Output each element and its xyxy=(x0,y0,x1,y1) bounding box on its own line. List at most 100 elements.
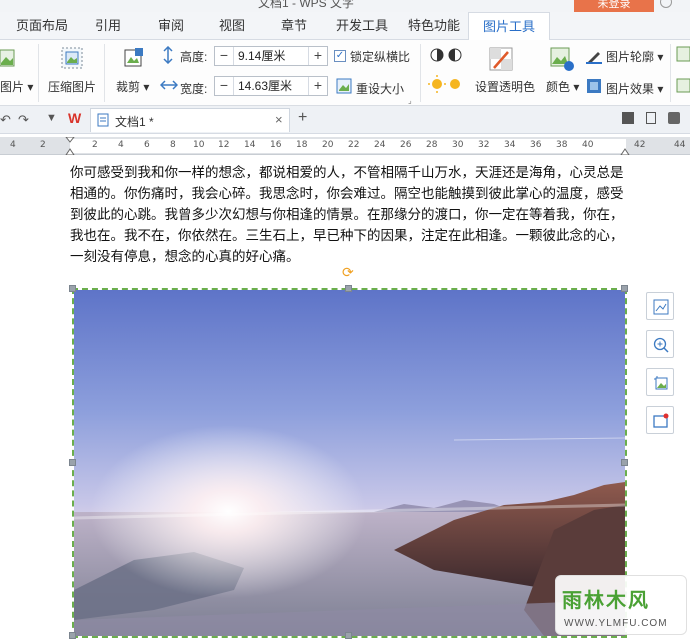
document-page[interactable]: 你可感受到我和你一样的想念，都说相爱的人，不管相隔千山万水，天涯还是海角，心灵总… xyxy=(0,155,690,641)
picture-color-button[interactable]: 颜色 ▾ xyxy=(546,78,579,95)
window-menu-icon[interactable] xyxy=(668,112,680,124)
ruler-tick-label: 10 xyxy=(193,140,205,150)
tab-section[interactable]: 章节 xyxy=(281,12,307,40)
reset-size-icon xyxy=(336,78,352,94)
ruler-tick-label: 28 xyxy=(426,140,438,150)
tab-document1[interactable]: 文档1 * × xyxy=(90,108,290,132)
lock-ratio-label: 锁定纵横比 xyxy=(350,50,411,64)
undo-icon[interactable]: ↶ xyxy=(0,112,11,128)
compress-picture-icon xyxy=(61,47,83,69)
resize-handle-top-right[interactable] xyxy=(621,285,628,292)
ruler-tick-label: 18 xyxy=(296,140,308,150)
contrast-icon[interactable] xyxy=(428,46,464,64)
width-label: 宽度: xyxy=(180,82,208,96)
tab-references[interactable]: 引用 xyxy=(95,12,121,40)
document-tab-bar: ↶ ↷ ▼ W 文档1 * × + xyxy=(0,106,690,134)
tab-developer[interactable]: 开发工具 xyxy=(336,12,388,40)
lock-ratio-checkbox[interactable]: ✓ xyxy=(334,50,346,62)
more-picture-icon-2[interactable] xyxy=(676,78,690,94)
redo-icon[interactable]: ↷ xyxy=(18,112,29,128)
height-icon xyxy=(163,46,173,64)
ribbon-separator xyxy=(420,44,421,102)
close-tab-icon[interactable]: × xyxy=(275,112,283,127)
picture-effects-label: 图片效果 xyxy=(606,82,655,96)
picture-effects-button[interactable]: 图片效果 ▾ xyxy=(606,80,663,97)
right-indent-marker-icon[interactable] xyxy=(620,137,630,155)
selected-picture[interactable] xyxy=(72,288,627,638)
brightness-icon[interactable] xyxy=(428,74,464,94)
picture-outline-label: 图片轮廓 xyxy=(606,50,655,64)
help-icon[interactable] xyxy=(660,0,672,8)
ruler-tick-label: 40 xyxy=(582,140,594,150)
tab-page-layout[interactable]: 页面布局 xyxy=(16,12,68,40)
picture-border-icon xyxy=(653,413,669,428)
ribbon-separator xyxy=(104,44,105,102)
picture-border-side-button[interactable] xyxy=(646,406,674,434)
ruler-tick-label: 12 xyxy=(218,140,230,150)
size-dialog-launcher-icon[interactable]: ⌟ xyxy=(408,96,412,105)
layout-options-button[interactable] xyxy=(646,292,674,320)
resize-handle-left[interactable] xyxy=(69,459,76,466)
quick-access-dropdown-icon[interactable]: ▼ xyxy=(46,112,57,124)
resize-handle-top-left[interactable] xyxy=(69,285,76,292)
tab-special-features[interactable]: 特色功能 xyxy=(408,12,460,40)
resize-handle-right[interactable] xyxy=(621,459,628,466)
zoom-in-icon xyxy=(653,337,669,353)
ribbon-separator xyxy=(670,44,671,102)
picture-outline-button[interactable]: 图片轮廓 ▾ xyxy=(606,48,663,65)
left-indent-marker-icon[interactable] xyxy=(65,137,75,155)
tab-picture-tools[interactable]: 图片工具 xyxy=(468,12,551,41)
tab-view[interactable]: 视图 xyxy=(219,12,245,40)
reset-size-button[interactable]: 重设大小 xyxy=(356,80,404,97)
ruler-tick-label: 44 xyxy=(674,140,686,150)
picture-outline-icon xyxy=(586,52,602,64)
more-picture-icon[interactable] xyxy=(676,46,690,64)
picture-effects-icon xyxy=(587,79,601,93)
ruler-tick-label: 14 xyxy=(244,140,256,150)
resize-handle-bottom[interactable] xyxy=(345,632,352,639)
height-label: 高度: xyxy=(180,50,208,64)
restore-window-icon[interactable] xyxy=(622,112,634,124)
width-increase-button[interactable]: + xyxy=(309,77,327,95)
crop-picture-side-button[interactable] xyxy=(646,368,674,396)
crop-button[interactable]: 裁剪 ▾ xyxy=(116,78,149,95)
height-field[interactable]: 9.14厘米 xyxy=(233,47,309,65)
resize-handle-top[interactable] xyxy=(345,285,352,292)
width-stepper[interactable]: − 14.63厘米 + xyxy=(214,76,328,96)
set-transparent-color-icon xyxy=(489,47,513,71)
ribbon-separator xyxy=(38,44,39,102)
ruler-tick-label: 20 xyxy=(322,140,334,150)
rotate-handle-icon[interactable]: ⟳ xyxy=(342,265,356,279)
new-tab-button[interactable]: + xyxy=(298,109,307,127)
height-decrease-button[interactable]: − xyxy=(215,47,233,65)
height-increase-button[interactable]: + xyxy=(309,47,327,65)
crop-label: 裁剪 xyxy=(116,80,141,94)
wps-logo-icon[interactable]: W xyxy=(68,110,81,126)
insert-picture-label: 图片 xyxy=(0,80,25,94)
compress-picture-button[interactable]: 压缩图片 xyxy=(48,78,96,95)
layout-options-icon xyxy=(653,299,669,315)
ruler-tick-label: 24 xyxy=(374,140,386,150)
crop-icon xyxy=(124,48,143,67)
tab-review[interactable]: 审阅 xyxy=(158,12,184,40)
watermark-url: WWW.YLMFU.COM xyxy=(564,618,668,629)
document-view-icon[interactable] xyxy=(646,112,656,124)
width-field[interactable]: 14.63厘米 xyxy=(233,77,309,95)
height-stepper[interactable]: − 9.14厘米 + xyxy=(214,46,328,66)
width-decrease-button[interactable]: − xyxy=(215,77,233,95)
ruler-tick-label: 34 xyxy=(504,140,516,150)
resize-handle-bottom-left[interactable] xyxy=(69,632,76,639)
insert-picture-button[interactable]: 图片 ▾ xyxy=(0,78,33,95)
horizontal-ruler[interactable]: 4 2 2 4 6 8 10 12 14 16 18 20 22 24 26 2… xyxy=(0,137,690,155)
ruler-tick-label: 36 xyxy=(530,140,542,150)
ribbon-tab-bar: 页面布局 引用 审阅 视图 章节 开发工具 特色功能 图片工具 xyxy=(0,12,690,41)
ruler-tick-label: 30 xyxy=(452,140,464,150)
site-watermark: 雨林木风 WWW.YLMFU.COM xyxy=(555,575,687,635)
sunset-photo xyxy=(74,290,625,636)
body-paragraph[interactable]: 你可感受到我和你一样的想念，都说相爱的人，不管相隔千山万水，天涯还是海角，心灵总… xyxy=(70,163,626,268)
set-transparent-color-button[interactable]: 设置透明色 xyxy=(475,78,535,95)
login-button[interactable]: 未登录 xyxy=(574,0,654,12)
zoom-picture-button[interactable] xyxy=(646,330,674,358)
ruler-tick-label: 8 xyxy=(170,140,176,150)
ruler-tick-label: 32 xyxy=(478,140,490,150)
